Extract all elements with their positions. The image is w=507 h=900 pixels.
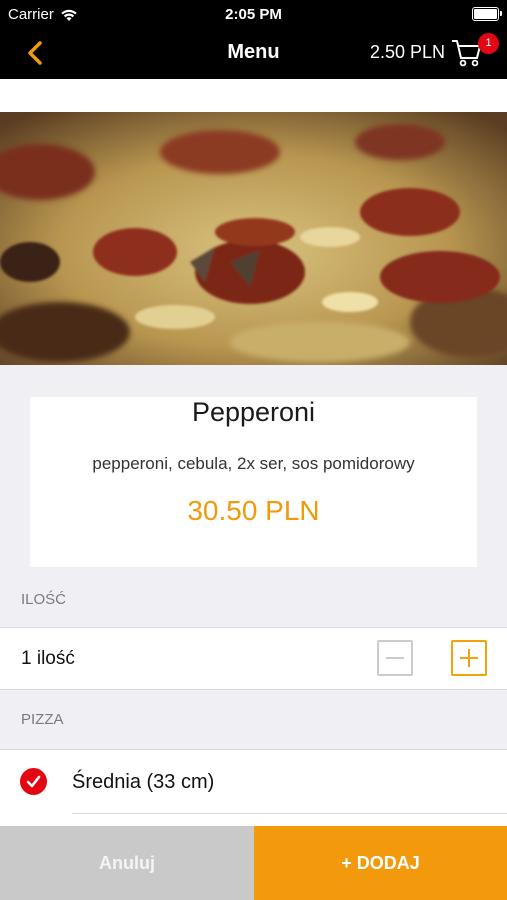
quantity-row: 1 ilość (0, 627, 507, 690)
minus-icon[interactable] (377, 640, 413, 676)
product-description: pepperoni, cebula, 2x ser, sos pomidorow… (92, 454, 415, 473)
pizza-section-header: PIZZA (21, 711, 64, 728)
quantity-label: 1 ilość (21, 648, 75, 669)
product-image (0, 112, 507, 365)
status-bar: Carrier 2:05 PM (0, 0, 507, 28)
product-price: 30.50 PLN (187, 495, 320, 526)
add-button[interactable]: + DODAJ (254, 826, 507, 900)
plus-icon[interactable] (451, 640, 487, 676)
cancel-button[interactable]: Anuluj (0, 826, 254, 900)
product-info-card: Pepperoni pepperoni, cebula, 2x ser, sos… (30, 397, 477, 567)
size-option-row[interactable]: Średnia (33 cm) (0, 749, 507, 827)
status-time: 2:05 PM (225, 6, 282, 23)
header-spacer (0, 79, 507, 112)
divider (72, 813, 507, 814)
product-name: Pepperoni (191, 397, 316, 427)
cart-total[interactable]: 2.50 PLN (370, 42, 445, 63)
size-option-label: Średnia (33 cm) (72, 771, 215, 793)
navigation-bar: Menu 2.50 PLN 1 (0, 28, 507, 79)
cart-badge: 1 (478, 33, 499, 54)
quantity-section-header: ILOŚĆ (21, 591, 67, 608)
battery-icon (472, 7, 502, 21)
checkmark-icon[interactable] (20, 768, 47, 795)
